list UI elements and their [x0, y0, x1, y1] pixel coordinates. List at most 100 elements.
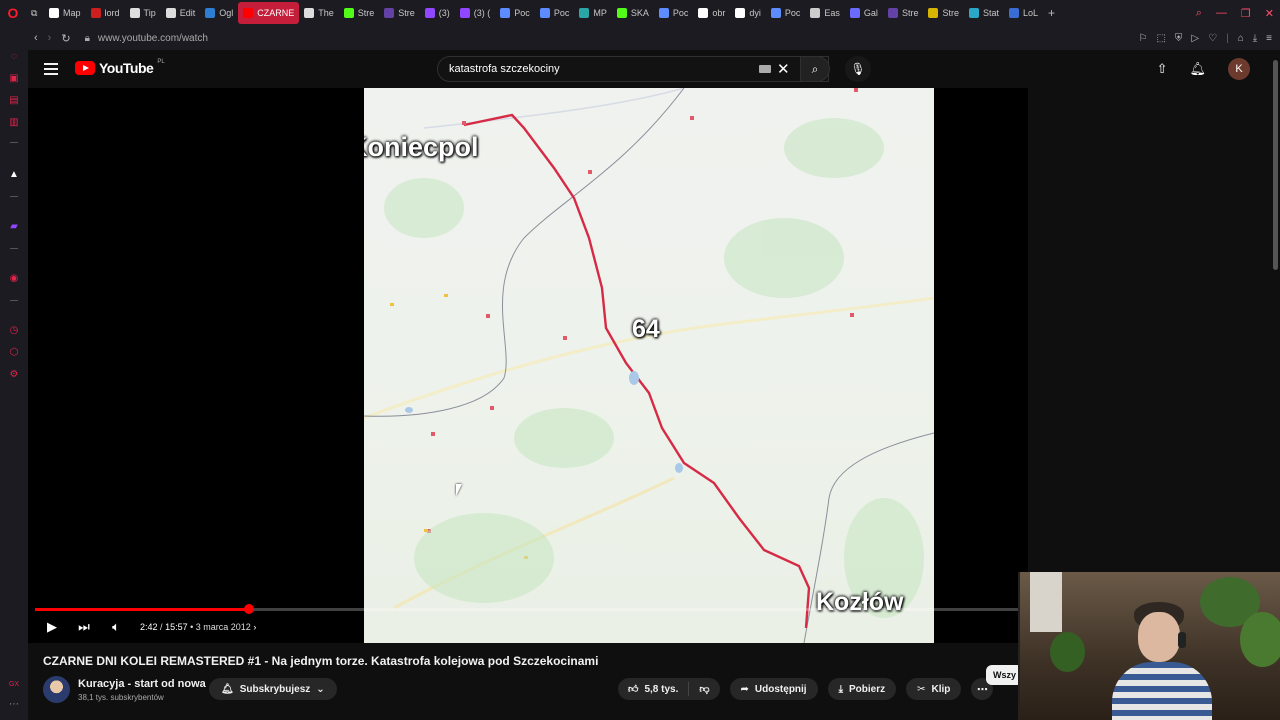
time-display[interactable]: 2:42 / 15:57 • 3 marca 2012 › [140, 622, 256, 632]
tab-favicon-icon [849, 8, 860, 18]
browser-tab[interactable]: Eas [805, 2, 845, 24]
like-button[interactable]: 👍︎ 5,8 tys. [618, 682, 690, 696]
page-scrollbar[interactable] [1273, 60, 1278, 270]
shield-icon[interactable]: ⛨ [1175, 33, 1183, 44]
tab-label: Stre [942, 8, 959, 18]
tab-workspaces-icon[interactable]: ⧉ [26, 2, 44, 24]
share-icon: ➦ [740, 683, 749, 695]
minimize-window-icon[interactable]: — [1216, 7, 1227, 19]
download-icon[interactable]: ⤓ [1253, 33, 1257, 44]
share-button[interactable]: ➦ Udostępnij [729, 678, 818, 700]
browser-tab[interactable]: LoL [1004, 2, 1043, 24]
progress-bar[interactable] [35, 604, 1025, 614]
browser-tab[interactable]: The [299, 2, 339, 24]
heart-icon[interactable]: ♡ [1208, 33, 1217, 44]
browser-tab[interactable]: Stre [883, 2, 924, 24]
volume-button[interactable]: 🔈︎ [108, 619, 124, 635]
download-arrow-icon: ⤓ [838, 683, 844, 695]
map-label-start-city: Koniecpol [364, 132, 479, 162]
url-text[interactable]: www.youtube.com/watch [98, 33, 208, 44]
separator-icon: | [1226, 32, 1229, 44]
sidebar-messenger-icon[interactable]: ▤ [8, 94, 20, 106]
new-tab-button[interactable]: + [1043, 2, 1060, 24]
sidebar-more-icon[interactable]: ⋯ [8, 698, 20, 710]
channel-avatar[interactable] [43, 676, 70, 703]
play-icon[interactable]: ▷ [1191, 33, 1199, 44]
sidebar-player-icon[interactable]: ◉ [8, 272, 20, 284]
account-avatar[interactable]: K [1228, 58, 1250, 80]
browser-tab[interactable]: Stre [379, 2, 420, 24]
keyboard-icon[interactable] [759, 65, 771, 73]
browser-tab[interactable]: Poc [535, 2, 575, 24]
tab-favicon-icon [810, 8, 821, 18]
browser-sidebar: ◌ ▣ ▤ ▥ ▲ ▰ ◉ ◷ ⬡ ⚙ GX ⋯ [0, 50, 28, 720]
browser-tab[interactable]: Edit [161, 2, 201, 24]
video-actions: 👍︎ 5,8 tys. 👎︎ ➦ Udostępnij ⤓ Pobierz ✂ … [618, 678, 994, 700]
sidebar-twitch-icon[interactable]: ▰ [8, 220, 20, 232]
browser-tab[interactable]: Stat [964, 2, 1004, 24]
sidebar-history-icon[interactable]: ◷ [8, 324, 20, 336]
browser-tab[interactable]: Stre [339, 2, 380, 24]
voice-search-button[interactable]: 🎙︎ [845, 56, 871, 82]
sidebar-gx-icon[interactable]: GX [8, 678, 20, 690]
browser-tab[interactable]: (3) [420, 2, 455, 24]
back-icon[interactable]: ‹ [34, 32, 38, 45]
maximize-window-icon[interactable]: ❐ [1241, 7, 1251, 20]
forward-icon[interactable]: › [48, 32, 52, 45]
browser-tab[interactable]: CZARNE [238, 2, 300, 24]
bookmark-icon[interactable]: ⚐ [1138, 33, 1147, 44]
opera-logo-icon[interactable]: O [0, 0, 26, 26]
browser-tab[interactable]: Tip [125, 2, 161, 24]
sidebar-aria-icon[interactable]: ◌ [8, 50, 20, 62]
clear-search-icon[interactable]: ✕ [777, 60, 790, 78]
download-button[interactable]: ⤓ Pobierz [827, 678, 897, 700]
browser-tab[interactable]: obr [693, 2, 730, 24]
chevron-down-icon: ⌄ [316, 683, 325, 695]
youtube-logo[interactable]: YouTube PL [75, 59, 165, 76]
search-button[interactable]: ⌕ [800, 56, 830, 82]
video-player[interactable]: Koniecpol 64 Kozłów ▶ ⏭ 🔈︎ 2:42 / 15:57 … [28, 88, 1028, 643]
mouse-cursor-icon [456, 484, 462, 496]
search-tabs-icon[interactable]: ⌕ [1196, 7, 1202, 20]
browser-tab[interactable]: dyi [730, 2, 766, 24]
sidebar-extensions-icon[interactable]: ⬡ [8, 346, 20, 358]
dislike-button[interactable]: 👎︎ [689, 683, 719, 695]
sidebar-separator [10, 248, 18, 249]
browser-tab[interactable]: Map [44, 2, 86, 24]
wallet-icon[interactable]: ⌂ [1238, 33, 1244, 44]
next-video-button[interactable]: ⏭ [76, 619, 92, 635]
sidebar-app-icon[interactable]: ▲ [8, 168, 20, 180]
close-window-icon[interactable]: ✕ [1265, 7, 1274, 20]
upload-icon[interactable]: ⇧ [1157, 61, 1168, 77]
menu-icon[interactable]: ≡ [1266, 33, 1272, 44]
youtube-region-code: PL [157, 59, 165, 65]
play-button[interactable]: ▶ [44, 619, 60, 635]
browser-tab[interactable]: Stre [923, 2, 964, 24]
browser-tab[interactable]: Poc [654, 2, 694, 24]
browser-tab[interactable]: (3) ( [455, 2, 496, 24]
clip-button[interactable]: ✂ Klip [906, 678, 962, 700]
subscribe-label: Subskrybujesz [239, 683, 311, 695]
scissors-icon: ✂ [917, 683, 926, 695]
browser-tab[interactable]: Poc [495, 2, 535, 24]
snapshot-icon[interactable]: ⬚ [1156, 33, 1165, 44]
sidebar-workspace-icon[interactable]: ▣ [8, 72, 20, 84]
tab-label: Edit [179, 8, 196, 18]
reload-icon[interactable]: ↻ [61, 32, 70, 45]
webcam-plant [1050, 632, 1085, 672]
browser-tab[interactable]: MP [574, 2, 612, 24]
notifications-bell-icon[interactable]: 🔔︎ [1189, 61, 1206, 77]
sidebar-settings-icon[interactable]: ⚙ [8, 368, 20, 380]
browser-tab[interactable]: Poc [766, 2, 806, 24]
tab-favicon-icon [90, 8, 101, 18]
progress-scrubber-handle[interactable] [244, 604, 255, 614]
browser-tab[interactable]: Ogl [200, 2, 238, 24]
browser-tab[interactable]: Gal [845, 2, 883, 24]
hamburger-menu-icon[interactable] [44, 63, 58, 75]
subscribe-button[interactable]: 🔔︎ Subskrybujesz ⌄ [209, 678, 337, 700]
like-count: 5,8 tys. [644, 683, 679, 695]
channel-name[interactable]: Kuracyja - start od nowa [78, 678, 206, 690]
sidebar-music-icon[interactable]: ▥ [8, 116, 20, 128]
browser-tab[interactable]: lord [86, 2, 125, 24]
browser-tab[interactable]: SKA [612, 2, 654, 24]
